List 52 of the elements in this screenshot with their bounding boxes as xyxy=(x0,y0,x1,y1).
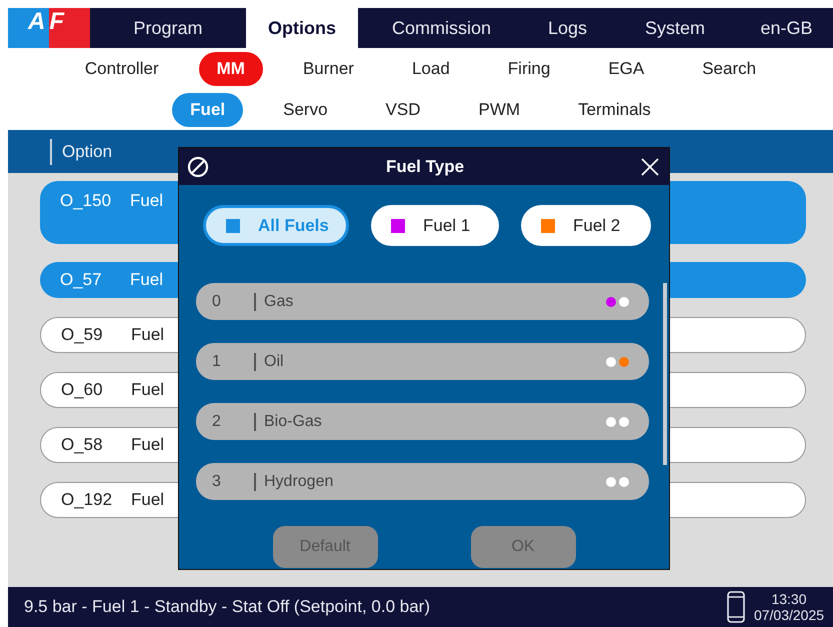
fuel-name: Bio-Gas xyxy=(254,412,603,430)
option-name: Fuel xyxy=(131,435,164,455)
option-id: O_59 xyxy=(61,325,104,345)
scrollbar[interactable] xyxy=(663,283,667,465)
column-header: Option xyxy=(50,138,112,164)
fuel-name: Hydrogen xyxy=(254,472,603,490)
option-id: O_192 xyxy=(61,490,114,510)
fuel-item[interactable]: 0 Gas xyxy=(196,283,649,320)
sub-tab[interactable]: Search xyxy=(684,52,774,86)
close-icon[interactable] xyxy=(641,158,659,176)
nav-tab[interactable]: Logs xyxy=(525,8,610,48)
nav-tab[interactable]: en-GB xyxy=(740,8,833,48)
option-id: O_58 xyxy=(61,435,104,455)
fuel-item[interactable]: 2 Bio-Gas xyxy=(196,403,649,440)
fuel-item[interactable]: 3 Hydrogen xyxy=(196,463,649,500)
sub-tab[interactable]: Load xyxy=(394,52,468,86)
option-id: O_60 xyxy=(61,380,104,400)
fuel-number: 2 xyxy=(212,412,222,430)
status-date: 07/03/2025 xyxy=(754,607,824,623)
section-tab[interactable]: PWM xyxy=(460,93,538,127)
fuel-name: Gas xyxy=(254,292,603,310)
fuel-filter[interactable]: Fuel 1 xyxy=(371,205,499,246)
sub-tab[interactable]: Controller xyxy=(66,52,177,86)
fuel-name: Oil xyxy=(254,352,603,370)
status-time: 13:30 xyxy=(771,591,807,607)
dialog-title: Fuel Type xyxy=(384,156,466,176)
fuel-number: 0 xyxy=(212,292,222,310)
fuel-item[interactable]: 1 Oil xyxy=(196,343,649,380)
sub-tab[interactable]: Burner xyxy=(284,52,372,86)
sub-tab[interactable]: MM xyxy=(198,52,263,86)
nav-tab[interactable]: Options xyxy=(246,8,358,48)
nav-tab[interactable]: Commission xyxy=(358,8,525,48)
nav-tab[interactable]: Program xyxy=(90,8,246,48)
option-name: Fuel xyxy=(130,270,164,290)
sub-tab[interactable]: Firing xyxy=(490,52,568,86)
fuel-number: 1 xyxy=(212,352,222,370)
status-text: 9.5 bar - Fuel 1 - Standby - Stat Off (Setpoint, 0.0 bar) xyxy=(24,597,431,617)
option-name: Fuel xyxy=(131,490,164,510)
option-name: Fuel xyxy=(130,191,164,211)
sub-tab[interactable]: EGA xyxy=(590,52,662,86)
option-id: O_57 xyxy=(60,270,103,290)
option-name: Fuel xyxy=(131,325,164,345)
section-tab[interactable]: Servo xyxy=(265,93,346,127)
option-name: Fuel xyxy=(131,380,164,400)
section-tab[interactable]: Terminals xyxy=(560,93,669,127)
fuel-number: 3 xyxy=(212,472,222,490)
prohibited-icon xyxy=(187,156,209,178)
section-tab[interactable]: VSD xyxy=(368,93,439,127)
phone-icon xyxy=(727,591,745,623)
option-id: O_150 xyxy=(60,191,112,211)
nav-tab[interactable]: System xyxy=(610,8,740,48)
fuel-filter[interactable]: Fuel 2 xyxy=(521,205,651,246)
